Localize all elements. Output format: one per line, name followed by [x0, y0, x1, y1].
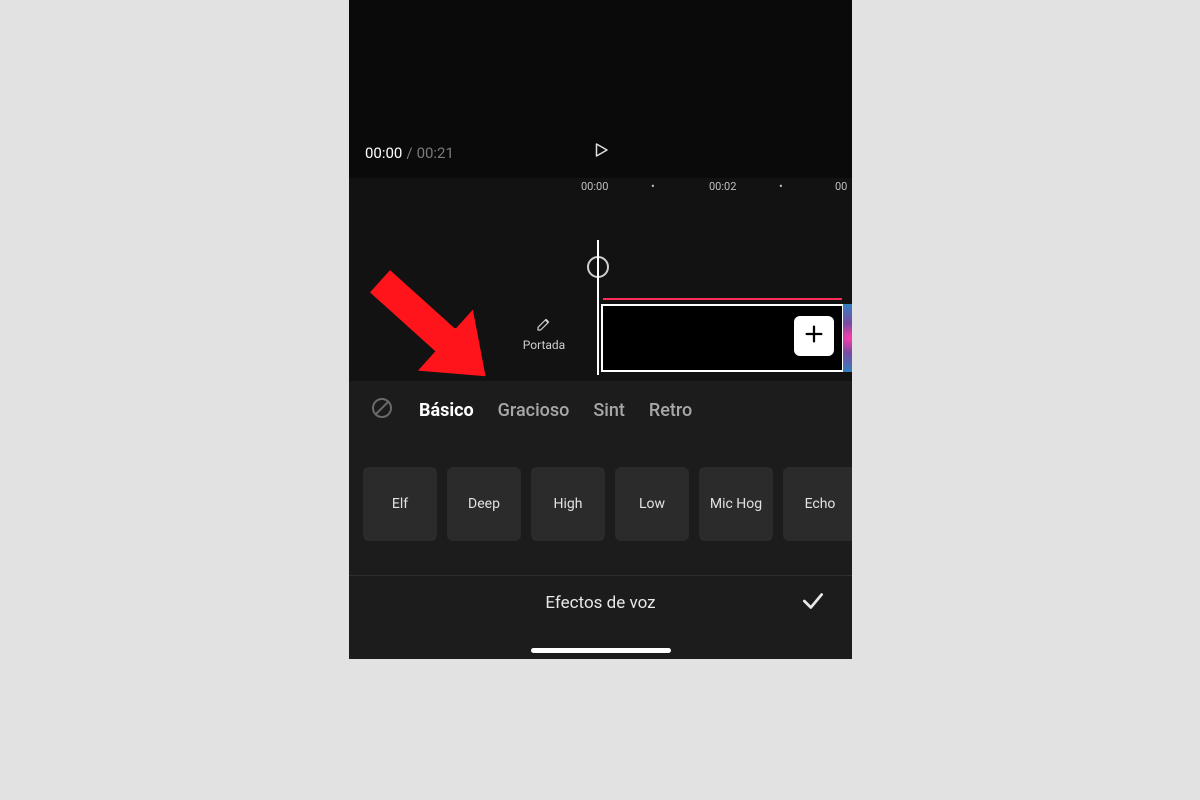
tab-retro[interactable]: Retro: [649, 400, 692, 421]
time-separator: /: [406, 144, 412, 162]
preset-elf[interactable]: Elf: [363, 467, 437, 541]
cover-label: Portada: [509, 338, 579, 352]
panel-footer: Efectos de voz: [349, 575, 852, 629]
tab-basico[interactable]: Básico: [419, 400, 474, 421]
clip-label: el clip: [423, 326, 483, 352]
cover-button[interactable]: Portada: [509, 316, 579, 352]
ruler-mark: 00:02: [709, 180, 736, 193]
voice-effects-panel: Básico Gracioso Sint Retro Elf Deep High…: [349, 381, 852, 659]
ruler-mark: 00:00: [581, 180, 608, 193]
effect-presets: Elf Deep High Low Mic Hog Echo: [349, 437, 852, 541]
panel-title: Efectos de voz: [545, 593, 655, 613]
confirm-button[interactable]: [798, 588, 828, 618]
tab-gracioso[interactable]: Gracioso: [498, 400, 570, 421]
preset-mic-hog[interactable]: Mic Hog: [699, 467, 773, 541]
effect-category-tabs: Básico Gracioso Sint Retro: [349, 381, 852, 437]
tab-sint[interactable]: Sint: [593, 400, 625, 421]
none-icon: [370, 396, 394, 424]
current-time: 00:00: [365, 144, 402, 162]
adjacent-clip-thumb[interactable]: [843, 304, 852, 372]
editor-screen: 00:00 / 00:21 00:00 • 00:02 • 00 el clip: [349, 0, 852, 659]
total-time: 00:21: [417, 144, 454, 162]
check-icon: [800, 588, 826, 618]
time-ruler: 00:00 • 00:02 • 00: [581, 180, 852, 200]
preset-low[interactable]: Low: [615, 467, 689, 541]
pencil-icon: [509, 316, 579, 332]
preset-high[interactable]: High: [531, 467, 605, 541]
preset-echo[interactable]: Echo: [783, 467, 852, 541]
timeline[interactable]: 00:00 • 00:02 • 00 el clip Portada: [349, 178, 852, 381]
playhead[interactable]: [597, 240, 599, 375]
audio-track-marker: [603, 298, 842, 300]
none-effect-button[interactable]: [369, 397, 395, 423]
add-clip-button[interactable]: [794, 316, 834, 356]
home-indicator: [531, 648, 671, 653]
preset-deep[interactable]: Deep: [447, 467, 521, 541]
play-button[interactable]: [587, 138, 615, 166]
ruler-dot: •: [651, 180, 655, 193]
play-icon: [592, 141, 610, 163]
video-preview: 00:00 / 00:21: [349, 0, 852, 178]
plus-icon: [803, 323, 825, 349]
ruler-mark: 00: [835, 180, 847, 193]
ruler-dot: •: [779, 180, 783, 193]
